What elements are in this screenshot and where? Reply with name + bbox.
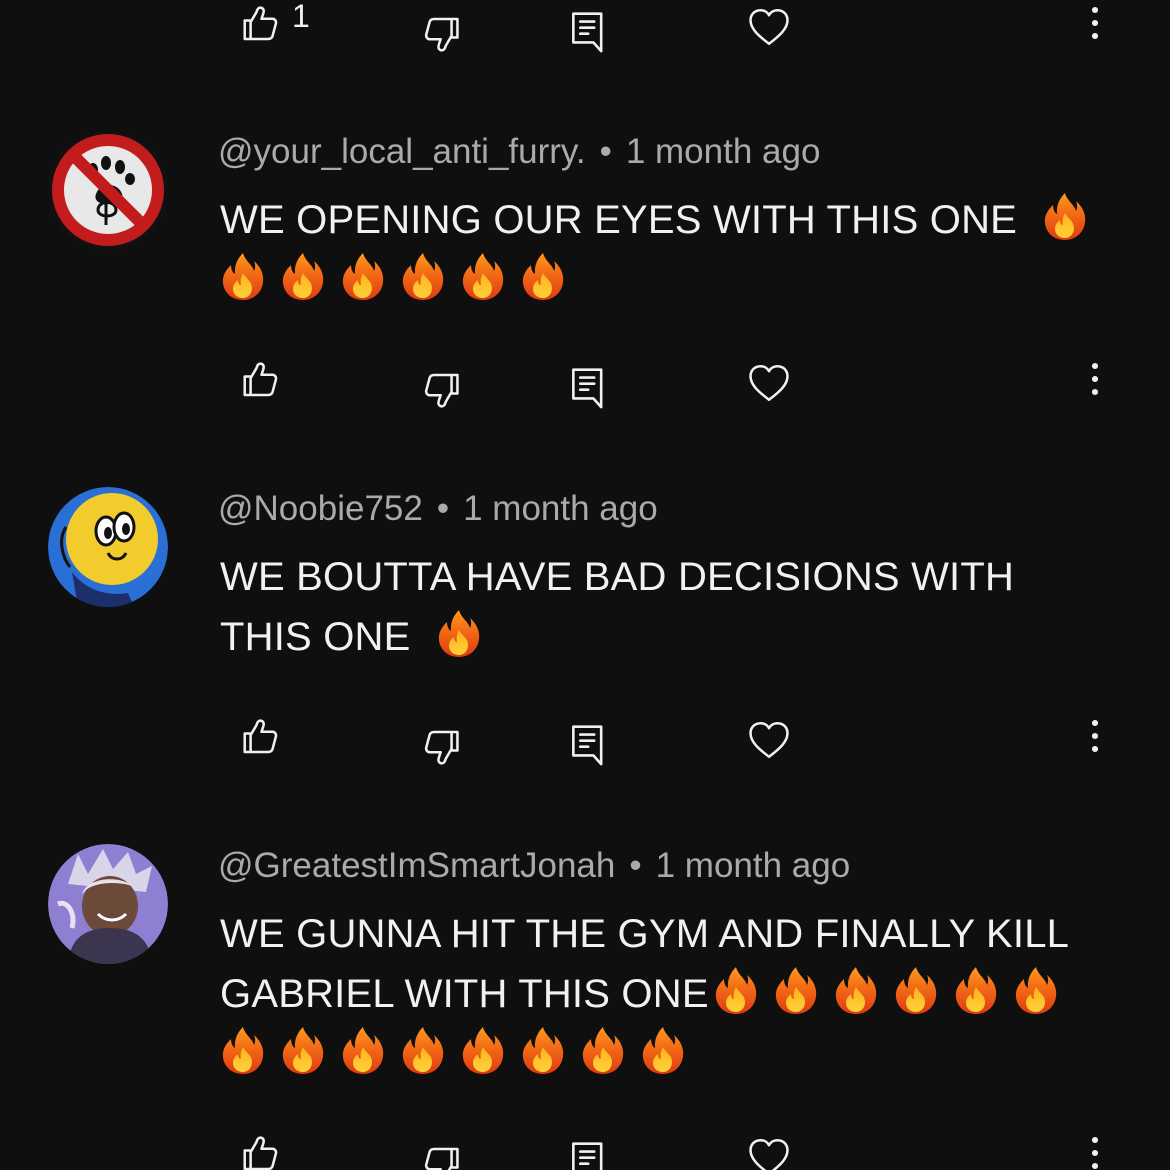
fire-emoji — [953, 965, 999, 1015]
comment-action-bar — [0, 711, 1170, 771]
comments-screen: 1 @your_local_anti_furry. • 1 month ago … — [0, 0, 1170, 1170]
comment-text: WE OPENING OUR EYES WITH THIS ONE — [220, 190, 1120, 310]
heart-button[interactable] — [742, 715, 796, 765]
fire-emoji — [280, 1025, 326, 1075]
fire-emoji — [460, 251, 506, 301]
thumbs-down-icon — [422, 14, 466, 56]
heart-button[interactable] — [742, 1132, 796, 1170]
fire-emoji — [340, 1025, 386, 1075]
comment-text-line: WE OPENING OUR EYES WITH THIS ONE — [220, 198, 1018, 242]
fire-emoji — [340, 251, 386, 301]
dislike-button[interactable] — [418, 10, 470, 60]
reply-button[interactable] — [566, 719, 612, 771]
no-furry-avatar-icon — [48, 130, 168, 250]
timestamp: 1 month ago — [625, 132, 821, 171]
dislike-button[interactable] — [418, 1140, 470, 1170]
thumbs-down-icon — [422, 1144, 466, 1170]
fire-emoji — [400, 1025, 446, 1075]
more-vertical-icon — [1082, 716, 1108, 756]
fire-emoji — [220, 251, 266, 301]
heart-icon — [746, 719, 792, 761]
dislike-button[interactable] — [418, 366, 470, 416]
fire-emoji — [713, 965, 759, 1015]
more-options-button[interactable] — [1078, 354, 1112, 404]
comment-meta: @Noobie752 • 1 month ago — [218, 489, 658, 529]
fire-emoji — [520, 251, 566, 301]
comment-text-line: WE GUNNA HIT THE GYM AND FINALLY KILL — [220, 912, 1070, 956]
reply-button[interactable] — [566, 6, 612, 58]
fire-emoji — [640, 1025, 686, 1075]
fire-emoji — [580, 1025, 626, 1075]
comment-text: WE GUNNA HIT THE GYM AND FINALLY KILL GA… — [220, 904, 1160, 1084]
fire-emoji — [400, 251, 446, 301]
heart-icon — [746, 1136, 792, 1170]
reply-icon — [569, 722, 609, 768]
author-name[interactable]: @Noobie752 — [218, 489, 423, 528]
reply-icon — [569, 9, 609, 55]
avatar[interactable] — [48, 130, 168, 250]
like-button[interactable] — [234, 1128, 284, 1170]
comment-meta: @your_local_anti_furry. • 1 month ago — [218, 132, 820, 172]
thumbs-up-icon — [238, 1132, 280, 1170]
separator: • — [629, 846, 642, 885]
thumbs-up-icon — [238, 358, 280, 400]
comment-text: WE BOUTTA HAVE BAD DECISIONS WITH THIS O… — [220, 547, 1120, 667]
like-button[interactable] — [234, 354, 284, 404]
timestamp: 1 month ago — [655, 846, 851, 885]
anime-character-avatar-icon — [48, 844, 168, 964]
fire-emoji — [220, 1025, 266, 1075]
thumbs-up-icon — [238, 2, 280, 44]
reply-button[interactable] — [566, 1136, 612, 1170]
heart-icon — [746, 6, 792, 48]
reply-icon — [569, 365, 609, 411]
more-options-button[interactable] — [1078, 1128, 1112, 1170]
cartoon-face-avatar-icon — [48, 487, 168, 607]
thumbs-up-icon — [238, 715, 280, 757]
comment-action-bar — [0, 1128, 1170, 1170]
separator: • — [599, 132, 612, 171]
heart-button[interactable] — [742, 358, 796, 408]
avatar[interactable] — [48, 487, 168, 607]
more-vertical-icon — [1082, 359, 1108, 399]
like-count: 1 — [292, 0, 310, 34]
comment-text-line: THIS ONE — [220, 615, 411, 659]
fire-emoji — [893, 965, 939, 1015]
fire-emoji — [436, 608, 482, 658]
fire-emoji — [280, 251, 326, 301]
action-bar-previous: 1 — [0, 0, 1170, 58]
thumbs-down-icon — [422, 370, 466, 412]
comment-text-line: WE BOUTTA HAVE BAD DECISIONS WITH — [220, 555, 1015, 599]
reply-icon — [569, 1139, 609, 1170]
fire-emoji — [833, 965, 879, 1015]
fire-emoji — [460, 1025, 506, 1075]
more-vertical-icon — [1082, 1133, 1108, 1170]
heart-icon — [746, 362, 792, 404]
author-name[interactable]: @your_local_anti_furry. — [218, 132, 586, 171]
like-button[interactable] — [234, 711, 284, 761]
heart-button[interactable] — [742, 2, 796, 52]
fire-emoji — [773, 965, 819, 1015]
separator: • — [436, 489, 450, 528]
author-name[interactable]: @GreatestImSmartJonah — [218, 846, 615, 885]
avatar[interactable] — [48, 844, 168, 964]
fire-emoji — [1013, 965, 1059, 1015]
thumbs-down-icon — [422, 727, 466, 769]
reply-button[interactable] — [566, 362, 612, 414]
comment-text-line: GABRIEL WITH THIS ONE — [220, 972, 709, 1016]
more-vertical-icon — [1082, 3, 1108, 43]
comment-action-bar — [0, 354, 1170, 414]
dislike-button[interactable] — [418, 723, 470, 773]
fire-emoji — [520, 1025, 566, 1075]
fire-emoji — [1042, 191, 1088, 241]
more-options-button[interactable] — [1078, 0, 1112, 48]
timestamp: 1 month ago — [463, 489, 658, 528]
like-button[interactable] — [234, 0, 284, 48]
more-options-button[interactable] — [1078, 711, 1112, 761]
comment-meta: @GreatestImSmartJonah • 1 month ago — [218, 846, 850, 886]
